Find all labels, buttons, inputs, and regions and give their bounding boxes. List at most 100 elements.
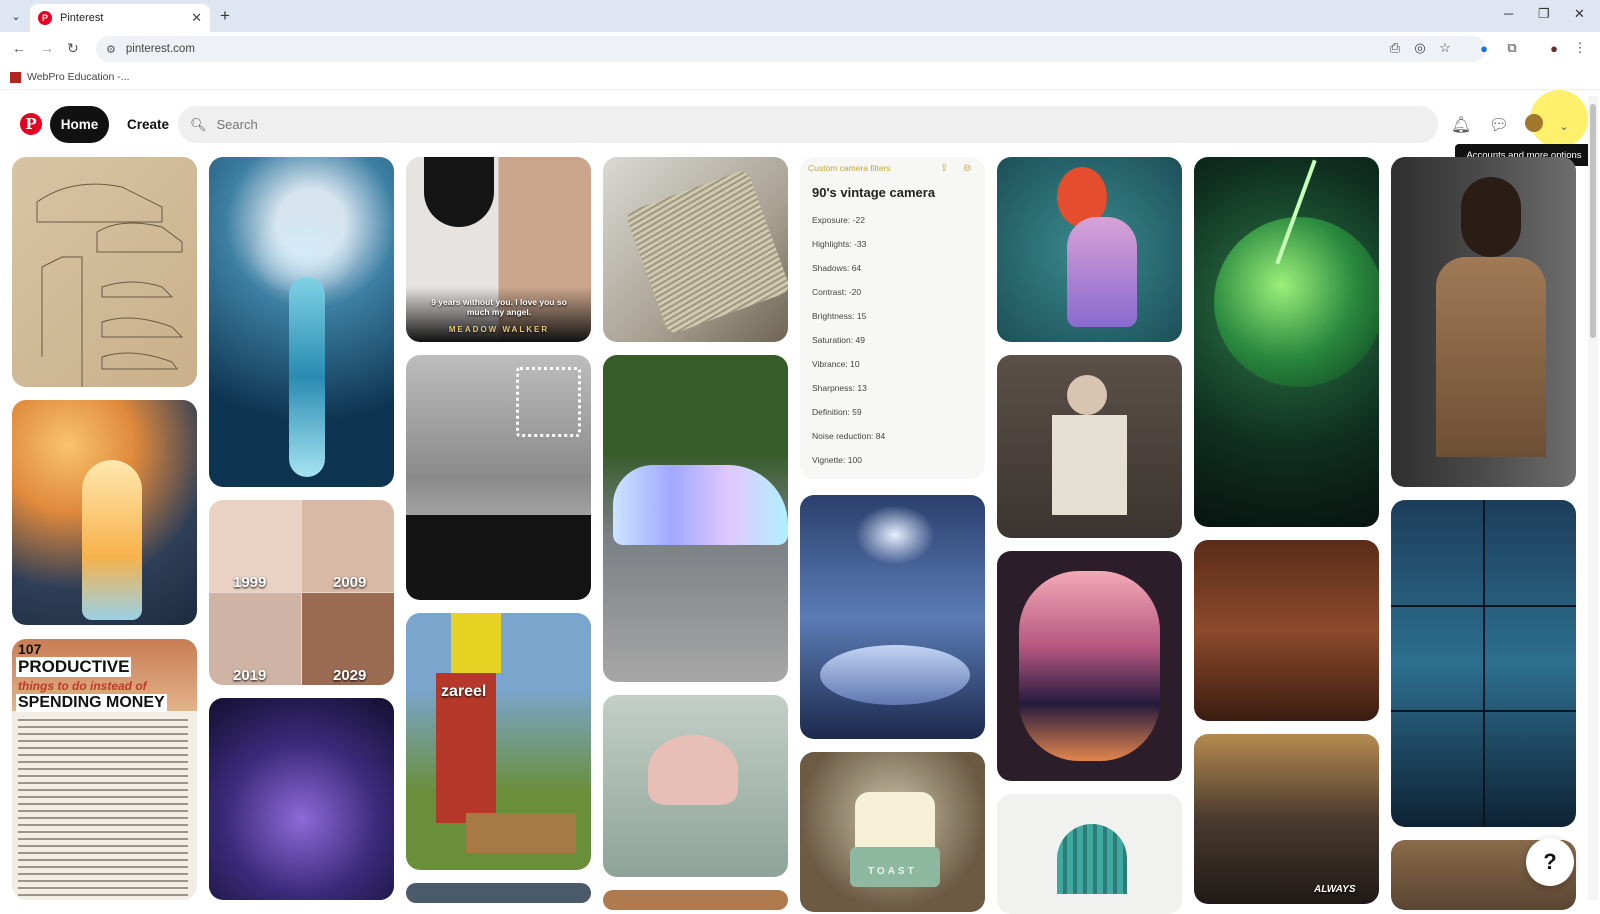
round-bed	[820, 645, 970, 705]
bookmarks-bar: WebPro Education -...	[0, 66, 1600, 90]
chandelier	[855, 505, 935, 565]
tab-title: Pinterest	[60, 12, 104, 24]
holographic-car	[613, 465, 788, 545]
reload-icon[interactable]: ↻	[67, 40, 79, 57]
pin-meadow-walker[interactable]: 9 years without you. I love you so much …	[406, 157, 591, 342]
pin-woman-jacket[interactable]	[1391, 157, 1576, 487]
camera-row: Vignette: 100	[812, 455, 862, 465]
pin-mermaid-collage[interactable]	[1391, 500, 1576, 827]
pin-cash-stack[interactable]	[603, 157, 788, 342]
pin-shell-crown[interactable]	[997, 794, 1182, 914]
black-rug	[406, 515, 591, 600]
pin-productive-list[interactable]: 107 PRODUCTIVE things to do instead of S…	[12, 639, 197, 900]
camera-row: Exposure: -22	[812, 215, 865, 225]
forward-icon[interactable]: →	[40, 40, 54, 56]
pinterest-logo-icon[interactable]: P	[20, 113, 42, 135]
movie-caption: ALWAYS	[1314, 884, 1356, 895]
search-bar[interactable]: 🔍︎	[178, 106, 1438, 143]
seashell	[648, 735, 738, 805]
notifications-bell-icon[interactable]: 🔔︎	[1449, 113, 1473, 137]
productive-number: 107	[18, 641, 42, 657]
minimize-icon[interactable]: ─	[1504, 6, 1513, 21]
mermaid-tail	[289, 277, 325, 477]
pin-mermaid-angel[interactable]	[209, 157, 394, 487]
camera-filters-back-link[interactable]: Custom camera filters	[808, 163, 891, 173]
browser-tab[interactable]: P Pinterest ✕	[30, 4, 210, 32]
face-label-2009: 2009	[333, 574, 367, 591]
back-icon[interactable]: ←	[12, 40, 26, 56]
install-app-icon[interactable]: ⎙	[1387, 40, 1403, 56]
minecraft-sign-text: zareel	[441, 683, 487, 700]
home-button[interactable]: Home	[50, 106, 109, 143]
pin-plane-window[interactable]	[997, 551, 1182, 781]
bookmark-label: WebPro Education -...	[27, 71, 130, 83]
pin-glowing-dress[interactable]	[12, 400, 197, 625]
help-button[interactable]: ?	[1526, 838, 1574, 886]
tab-search-icon[interactable]: ⌄	[6, 6, 26, 26]
pin-vanity-room[interactable]	[406, 355, 591, 600]
planet	[1214, 217, 1379, 387]
pin-partial-1[interactable]	[406, 883, 591, 903]
bookmark-star-icon[interactable]: ☆	[1437, 40, 1453, 56]
pin-crystal-room[interactable]	[800, 495, 985, 739]
face-label-2029: 2029	[333, 667, 367, 684]
messages-icon[interactable]: 💬︎	[1487, 113, 1511, 137]
pin-minecraft[interactable]: zareel	[406, 613, 591, 870]
camera-row: Noise reduction: 84	[812, 431, 886, 441]
site-info-icon[interactable]: ⚙	[106, 43, 116, 56]
scrollbar-thumb[interactable]	[1590, 104, 1596, 338]
camera-row: Highlights: -33	[812, 239, 867, 249]
share-icon[interactable]: ⇪	[940, 163, 948, 174]
address-bar[interactable]: ⚙ pinterest.com	[96, 36, 1486, 62]
profile-avatar-icon[interactable]: ●	[1546, 40, 1562, 56]
pinterest-favicon-icon: P	[38, 11, 52, 25]
pin-green-planet[interactable]	[1194, 157, 1379, 527]
browser-menu-icon[interactable]: ⋮	[1572, 40, 1588, 56]
bookmark-webpro[interactable]: WebPro Education -...	[10, 71, 130, 83]
productive-title-2: SPENDING MONEY	[16, 694, 167, 712]
browser-toolbar: ← → ↻ ⚙ pinterest.com	[0, 32, 1600, 66]
search-input[interactable]	[216, 117, 1317, 132]
minecraft-hat	[451, 613, 501, 673]
dress-figure	[82, 460, 142, 620]
quote-author: MEADOW WALKER	[448, 325, 550, 334]
camera-row: Definition: 59	[812, 407, 862, 417]
extensions-puzzle-icon[interactable]: ⧉	[1504, 40, 1520, 56]
productive-subtitle: things to do instead of	[18, 679, 147, 693]
pin-eyebrow-evolution[interactable]: 1999 2009 2019 2029	[209, 500, 394, 685]
restore-icon[interactable]: ❐	[1538, 6, 1550, 22]
pin-partial-2[interactable]	[603, 890, 788, 910]
boy-shirt	[1052, 415, 1127, 515]
pin-toast-lamp[interactable]: TOAST	[800, 752, 985, 912]
pin-holo-car[interactable]	[603, 355, 788, 682]
pin-mermaid-dress[interactable]	[997, 157, 1182, 342]
pin-shell-girl[interactable]	[603, 695, 788, 877]
eye-off-icon[interactable]: ◎	[1412, 40, 1428, 56]
window-close-icon[interactable]: ✕	[1574, 6, 1585, 22]
boy-head	[1067, 375, 1107, 415]
more-icon[interactable]: ⊖	[963, 163, 971, 174]
car-sketch	[36, 183, 184, 387]
pin-vintage-boy[interactable]	[997, 355, 1182, 538]
extension-blue-icon[interactable]: ●	[1476, 40, 1492, 56]
camera-row: Vibrance: 10	[812, 359, 860, 369]
pin-movie-poster[interactable]: ALWAYS	[1194, 734, 1379, 904]
pin-couple-table[interactable]	[1194, 540, 1379, 721]
face-label-2019: 2019	[233, 667, 267, 684]
create-button[interactable]: Create	[118, 106, 178, 143]
pin-camera-filters[interactable]: Custom camera filters ⇪ ⊖ 90's vintage c…	[800, 157, 985, 479]
camera-title: 90's vintage camera	[812, 185, 936, 200]
pin-car-patent[interactable]	[12, 157, 197, 387]
collage-divider-v	[1483, 500, 1485, 827]
camera-row: Sharpness: 13	[812, 383, 867, 393]
pin-purple-forest[interactable]	[209, 698, 394, 900]
productive-list-lines	[18, 719, 188, 899]
user-avatar[interactable]	[1525, 114, 1543, 132]
tab-close-icon[interactable]: ✕	[191, 10, 202, 26]
purple-dress	[1067, 217, 1137, 327]
money-stack	[624, 168, 788, 336]
window-view	[1019, 571, 1160, 761]
chevron-down-icon[interactable]: ⌄	[1552, 114, 1576, 138]
toast-label: TOAST	[868, 866, 917, 877]
new-tab-button[interactable]: +	[220, 6, 230, 26]
